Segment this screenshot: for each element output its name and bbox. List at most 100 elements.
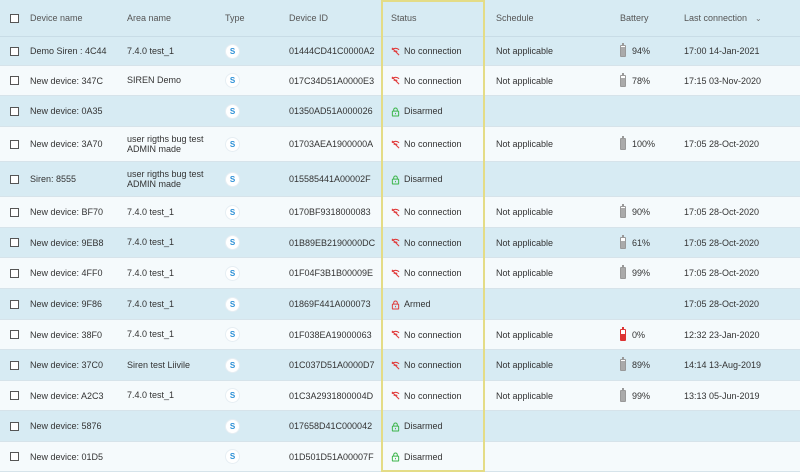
select-all-checkbox[interactable] (10, 13, 19, 23)
battery-level: 99% (632, 268, 651, 278)
table-row[interactable]: Siren: 8555 user rigths bug test ADMIN ma… (0, 162, 800, 197)
battery-level: 61% (632, 237, 651, 248)
table-row[interactable]: New device: 37C0 Siren test Liivile S 01C03… (0, 350, 800, 381)
status-badge: No connection (391, 207, 462, 217)
device-name[interactable]: New device: 3A70 (30, 127, 103, 161)
unlock-icon (391, 106, 400, 117)
battery-cell: 99% (620, 387, 650, 402)
area-name: user rigths bug test ADMIN made (127, 133, 204, 154)
status-badge: No connection (391, 76, 462, 86)
row-checkbox[interactable] (10, 330, 19, 339)
table-row[interactable]: New device: 347C SIREN Demo S 017C34D51A000… (0, 66, 800, 96)
header-device-name[interactable]: Device name (30, 0, 83, 36)
battery-level: 89% (632, 360, 651, 370)
header-status[interactable]: Status (391, 0, 417, 36)
device-name[interactable]: New device: 0A35 (30, 96, 103, 126)
status-badge: Disarmed (391, 174, 443, 185)
area-name (127, 96, 222, 126)
table-row[interactable]: New device: 9EB8 7.4.0 test_1 S 01B89EB2190… (0, 228, 800, 258)
header-area-name[interactable]: Area name (127, 0, 222, 36)
row-checkbox[interactable] (10, 46, 19, 56)
row-checkbox[interactable] (10, 139, 19, 149)
row-checkbox[interactable] (10, 106, 19, 116)
battery-icon (620, 72, 626, 87)
area-name: 7.4.0 test_1 (127, 329, 175, 340)
siren-type-icon: S (225, 43, 240, 59)
no-connection-icon (391, 238, 400, 247)
device-name[interactable]: New device: 9EB8 (30, 228, 104, 257)
row-checkbox[interactable] (10, 421, 19, 431)
row-checkbox[interactable] (10, 360, 19, 370)
header-last-connection[interactable]: Last connection (684, 13, 747, 23)
schedule: Not applicable (496, 237, 554, 248)
no-connection-icon (391, 47, 400, 56)
table-row[interactable]: Demo Siren : 4C44 7.4.0 test_1 S 01444CD41C… (0, 37, 800, 66)
table-row[interactable]: New device: A2C3 7.4.0 test_1 S 01C3A293180… (0, 381, 800, 411)
area-name: user rigths bug test ADMIN made (127, 168, 204, 189)
device-name[interactable]: Demo Siren : 4C44 (30, 37, 107, 65)
table-row[interactable]: New device: 38F0 7.4.0 test_1 S 01F038EA190… (0, 320, 800, 350)
table-row[interactable]: New device: 4FF0 7.4.0 test_1 S 01F04F3B1B0… (0, 258, 800, 289)
device-name[interactable]: Siren: 8555 (30, 162, 76, 196)
table-row[interactable]: New device: 9F86 7.4.0 test_1 S 01869F441A0… (0, 289, 800, 320)
device-name[interactable]: New device: 9F86 (30, 289, 102, 319)
last-connection: 12:32 23-Jan-2020 (684, 329, 760, 340)
header-last-connection-cell[interactable]: Last connection ⌄ (684, 0, 762, 36)
battery-cell: 0% (620, 326, 645, 341)
siren-type-icon: S (225, 235, 240, 250)
unlock-icon (391, 174, 400, 185)
row-checkbox[interactable] (10, 207, 19, 217)
select-all-checkbox-cell[interactable] (10, 0, 19, 36)
siren-type-icon: S (225, 418, 240, 434)
siren-type-icon: S (225, 103, 240, 119)
status-badge: Armed (391, 299, 431, 310)
status-text: No connection (404, 75, 462, 86)
battery-icon (620, 265, 626, 279)
table-row[interactable]: New device: 3A70 user rigths bug test ADM… (0, 127, 800, 162)
battery-cell: 89% (620, 357, 651, 371)
status-badge: No connection (391, 238, 462, 248)
row-checkbox[interactable] (10, 238, 19, 247)
row-checkbox[interactable] (10, 391, 19, 400)
lock-icon (391, 299, 400, 310)
area-name: 7.4.0 test_1 (127, 267, 175, 278)
table-row[interactable]: New device: BF70 7.4.0 test_1 S 0170BF93180… (0, 197, 800, 228)
device-name[interactable]: New device: 37C0 (30, 350, 103, 380)
battery-icon (620, 136, 626, 150)
device-id: 01B89EB2190000DC (289, 237, 376, 248)
row-checkbox[interactable] (10, 174, 19, 184)
battery-cell: 94% (620, 43, 650, 57)
device-name[interactable]: New device: 38F0 (30, 320, 102, 349)
device-id: 01C3A2931800004D (289, 390, 374, 401)
no-connection-icon (391, 361, 400, 370)
row-checkbox[interactable] (10, 452, 19, 461)
table-row[interactable]: New device: 5876 S 017658D41C000042 Disarme… (0, 411, 800, 442)
header-schedule[interactable]: Schedule (496, 0, 534, 36)
battery-cell: 99% (620, 265, 651, 279)
battery-icon (620, 357, 626, 371)
unlock-icon (391, 452, 400, 462)
header-device-id[interactable]: Device ID (289, 0, 328, 36)
battery-icon (620, 326, 626, 341)
device-table: Device name Area name Type Device ID Sta… (0, 0, 800, 472)
battery-icon (620, 387, 626, 402)
status-text: No connection (404, 390, 462, 401)
device-name[interactable]: New device: 4FF0 (30, 258, 103, 288)
device-name[interactable]: New device: 5876 (30, 411, 102, 441)
header-battery[interactable]: Battery (620, 0, 649, 36)
row-checkbox[interactable] (10, 268, 19, 278)
table-row[interactable]: New device: 01D5 S 01D501D51A00007F Disarme… (0, 442, 800, 472)
no-connection-icon (391, 140, 400, 149)
device-name[interactable]: New device: 01D5 (30, 442, 103, 471)
row-checkbox[interactable] (10, 76, 19, 85)
device-name[interactable]: New device: 347C (30, 66, 103, 95)
row-checkbox[interactable] (10, 299, 19, 309)
chevron-down-icon[interactable]: ⌄ (755, 14, 762, 23)
device-name[interactable]: New device: A2C3 (30, 381, 104, 410)
table-row[interactable]: New device: 0A35 S 01350AD51A000026 Disarme… (0, 96, 800, 127)
last-connection: 17:05 28-Oct-2020 (684, 268, 760, 278)
header-type[interactable]: Type (225, 0, 245, 36)
device-name[interactable]: New device: BF70 (30, 197, 103, 227)
status-badge: No connection (391, 268, 462, 278)
no-connection-icon (391, 330, 400, 339)
